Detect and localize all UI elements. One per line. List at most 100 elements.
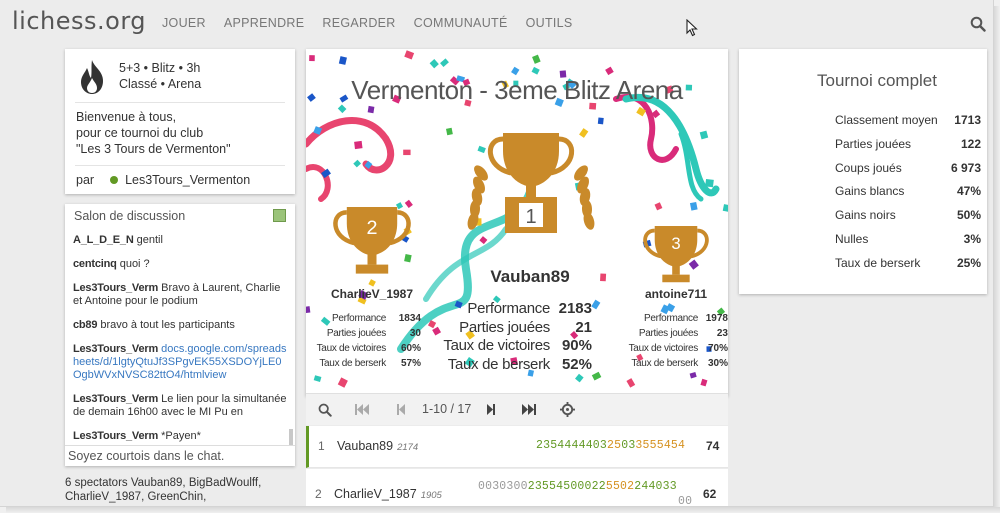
nav-jouer[interactable]: JOUER [162,16,206,30]
mouse-cursor-icon [686,19,698,37]
creator-link[interactable]: Les3Tours_Vermenton [125,173,250,187]
podium-stat-label: Parties jouées [326,328,386,339]
stat-value: 3% [963,232,981,246]
nav-apprendre[interactable]: APPRENDRE [224,16,305,30]
podium-stat-label: Taux de victoires [316,343,387,354]
tournament-info-panel: 5+3 • Blitz • 3h Classé • Arena Bienvenu… [65,49,295,194]
podium-stat-label: Taux de victoires [443,337,550,354]
online-status-dot [110,176,119,184]
podium-player-name[interactable]: Vauban89 [440,267,620,287]
chat-username[interactable]: Les3Tours_Verm [73,343,158,355]
chat-scrollbar[interactable] [289,429,293,445]
score-segment: 244033 [634,480,677,493]
score-segment: 23554500022 [527,480,606,493]
stat-value: 50% [956,208,981,223]
podium-stat-label: Taux de berserk [631,358,698,369]
divider [75,102,285,103]
previous-page-icon[interactable] [396,403,406,416]
chat-username[interactable]: Les3Tours_Verm [73,393,158,405]
row-player[interactable]: CharlieV_1987 1905 [334,487,442,501]
description-line: Bienvenue à tous, [76,110,177,124]
podium-stat-label: Parties jouées [638,328,698,339]
first-page-icon[interactable] [354,403,370,416]
podium-stat-label: Performance [332,313,386,324]
podium-stat-value: 2183 [558,300,592,317]
site-logo[interactable]: lichess.org [12,7,146,35]
chat-input[interactable]: Soyez courtois dans le chat. [65,445,295,466]
flame-icon [81,60,103,94]
search-icon[interactable] [970,16,986,32]
stat-value: 1713 [954,113,981,127]
row-scores: 0030300235545000225502244033 [478,480,677,493]
chat-title: Salon de discussion [74,209,186,223]
chat-messages: A_L_D_E_N gentil centcinq quoi ? Les3Tours… [73,234,287,454]
chat-username[interactable]: Les3Tours_Verm [73,430,158,442]
trophy-rank: 1 [525,206,536,228]
chat-username[interactable]: Les3Tours_Verm [73,282,158,294]
tournament-creator: par Les3Tours_Vermenton [76,173,250,187]
standings-row[interactable]: 1 Vauban89 2174 235444440325033555454 74 [306,426,728,468]
podium-panel: Vermenton - 3eme Blitz Arena 123 Vauban8… [306,49,728,396]
podium-stat-label: Taux de berserk [319,358,386,369]
stat-label: Nulles [835,232,869,246]
divider [75,165,285,166]
chat-text: gentil [136,234,163,246]
main-nav: JOUER APPRENDRE REGARDER COMMUNAUTÉ OUTI… [162,16,591,30]
score-segment: 0030300 [478,480,528,493]
podium-stat-label: Taux de berserk [447,355,551,373]
description-line: "Les 3 Tours de Vermenton" [76,142,231,156]
chat-message: A_L_D_E_N gentil [73,234,287,247]
last-page-icon[interactable] [521,403,537,416]
chat-text: quoi ? [119,258,150,270]
stats-title: Tournoi complet [816,71,937,90]
score-segment: 03 [621,439,636,452]
chat-message: Les3Tours_Verm Le lien pour la simultané… [73,393,287,419]
chat-username[interactable]: A_L_D_E_N [73,234,134,246]
stat-value: 122 [960,136,981,151]
podium-stat-value: 90% [561,337,592,354]
podium-stat-value: 30% [707,358,728,369]
search-icon[interactable] [318,403,332,417]
podium-player-name[interactable]: antoine711 [586,287,728,301]
tournament-format: 5+3 • Blitz • 3h [119,61,201,75]
row-scores-overflow: 00 [678,495,693,507]
nav-regarder[interactable]: REGARDER [322,16,395,30]
by-label: par [76,173,95,187]
player-name: CharlieV_1987 [334,487,417,501]
stat-label: Parties jouées [835,136,912,151]
tournament-description: Bienvenue à tous, pour ce tournoi du clu… [76,109,231,157]
browser-viewport: lichess.org JOUER APPRENDRE REGARDER COM… [0,0,994,507]
podium-stat-value: 30 [409,328,421,339]
player-rating: 2174 [397,442,419,453]
row-player[interactable]: Vauban89 2174 [337,439,418,453]
standings-controls: 1-10 / 17 [306,393,728,425]
trophy-rank: 2 [366,217,377,239]
chat-username[interactable]: cb89 [73,319,97,331]
next-page-icon[interactable] [486,403,496,416]
score-segment: 5502 [605,480,635,493]
podium-stat-value: 57% [400,358,421,369]
podium-stat-value: 70% [707,343,728,354]
podium-player-name[interactable]: CharlieV_1987 [306,287,462,301]
row-rank: 1 [318,439,325,453]
standings-row[interactable]: 2 CharlieV_1987 1905 00303002355450002255… [306,469,728,507]
nav-outils[interactable]: OUTILS [526,16,573,30]
spectators-list: 6 spectators Vauban89, BigBadWoulff, Cha… [65,477,262,503]
chat-message: Les3Tours_Verm *Payen* [73,430,287,443]
chat-username[interactable]: centcinq [73,258,117,270]
chat-message: Les3Tours_Verm docs.google.com/spreadshe… [73,343,287,382]
stat-value: 25% [956,255,981,270]
window-shadow [994,6,1000,513]
podium-stat-label: Parties jouées [459,318,550,336]
chat-message: centcinq quoi ? [73,258,287,271]
score-segment: 3555454 [635,439,686,452]
podium-stat-label: Performance [467,300,550,317]
target-icon[interactable] [560,402,575,417]
tournament-mode: Classé • Arena [119,77,202,91]
stat-value: 6 973 [950,160,981,175]
podium-stat-label: Performance [644,313,698,324]
podium-stat-value: 23 [716,328,728,339]
nav-communaute[interactable]: COMMUNAUTÉ [414,16,508,30]
chat-toggle-checkbox[interactable] [273,209,286,222]
page-indicator: 1-10 / 17 [422,402,472,416]
